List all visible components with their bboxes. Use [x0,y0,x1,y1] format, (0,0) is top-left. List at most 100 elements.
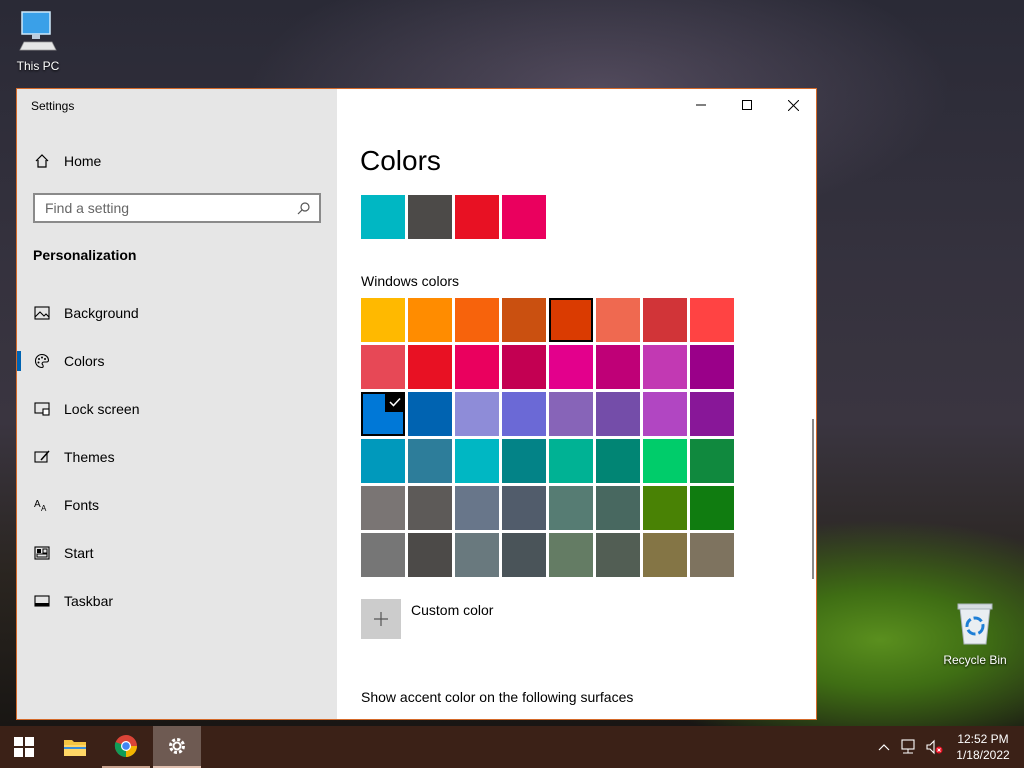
color-swatch[interactable] [643,345,687,389]
color-swatch[interactable] [408,345,452,389]
taskbar: 12:52 PM 1/18/2022 [0,726,1024,768]
color-swatch[interactable] [643,533,687,577]
recent-colors [361,195,546,239]
color-swatch[interactable] [643,439,687,483]
color-swatch[interactable] [549,392,593,436]
file-explorer-button[interactable] [51,726,99,768]
custom-color-button[interactable] [361,599,401,639]
nav-item-themes[interactable]: Themes [17,435,337,479]
nav-item-label: Colors [64,353,105,369]
desktop-icon-label: Recycle Bin [943,653,1007,667]
color-swatch[interactable] [643,298,687,342]
lock-screen-icon [34,401,50,417]
color-swatch[interactable] [549,486,593,530]
color-swatch[interactable] [502,486,546,530]
chrome-button[interactable] [102,726,150,768]
home-icon [34,153,50,169]
color-swatch[interactable] [596,345,640,389]
color-swatch[interactable] [455,486,499,530]
nav-item-background[interactable]: Background [17,291,337,335]
desktop-icon-this-pc[interactable]: This PC [10,10,66,73]
color-swatch[interactable] [361,345,405,389]
color-swatch[interactable] [455,345,499,389]
nav-item-label: Lock screen [64,401,140,417]
color-swatch[interactable] [549,345,593,389]
clock[interactable]: 12:52 PM 1/18/2022 [948,731,1018,763]
section-heading: Personalization [33,247,137,263]
color-swatch[interactable] [690,392,734,436]
color-swatch[interactable] [408,439,452,483]
color-swatch[interactable] [549,533,593,577]
palette-icon [34,353,50,369]
computer-icon [10,10,66,55]
color-swatch[interactable] [455,439,499,483]
color-swatch[interactable] [690,486,734,530]
color-swatch[interactable] [549,439,593,483]
custom-color-label[interactable]: Custom color [411,602,493,618]
windows-logo-icon [14,737,34,757]
color-swatch[interactable] [596,533,640,577]
color-swatch[interactable] [408,486,452,530]
color-swatch[interactable] [408,392,452,436]
color-swatch[interactable] [596,298,640,342]
themes-icon [34,449,50,465]
color-swatch[interactable] [408,298,452,342]
chevron-up-icon[interactable] [878,743,890,751]
scrollbar[interactable] [812,419,814,579]
color-swatch[interactable] [690,298,734,342]
close-button[interactable] [770,89,816,121]
color-swatch[interactable] [361,486,405,530]
recent-color-swatch[interactable] [361,195,405,239]
nav-item-taskbar[interactable]: Taskbar [17,579,337,623]
checkmark-icon [385,392,405,412]
nav-item-colors[interactable]: Colors [17,339,337,383]
nav-item-fonts[interactable]: AA Fonts [17,483,337,527]
color-swatch[interactable] [455,533,499,577]
color-swatch[interactable] [361,392,405,436]
search-icon[interactable] [297,201,311,215]
maximize-button[interactable] [724,89,770,121]
nav-item-lock-screen[interactable]: Lock screen [17,387,337,431]
color-swatch[interactable] [690,533,734,577]
color-swatch[interactable] [690,345,734,389]
recent-color-swatch[interactable] [408,195,452,239]
color-swatch[interactable] [549,298,593,342]
volume-muted-icon[interactable] [926,739,944,755]
color-swatch[interactable] [361,533,405,577]
start-button[interactable] [0,726,48,768]
color-swatch[interactable] [455,298,499,342]
color-swatch[interactable] [596,439,640,483]
color-swatch[interactable] [361,439,405,483]
show-desktop-button[interactable] [1018,726,1024,768]
color-swatch[interactable] [502,392,546,436]
color-swatch[interactable] [502,345,546,389]
recent-color-swatch[interactable] [502,195,546,239]
color-swatch[interactable] [502,439,546,483]
windows-colors-label: Windows colors [361,273,460,289]
color-swatch[interactable] [596,392,640,436]
search-input[interactable]: Find a setting [33,193,321,223]
settings-content-pane: Colors Windows colors Custom color Show … [337,89,816,719]
svg-text:A: A [34,499,41,510]
clock-date: 1/18/2022 [956,748,1010,762]
settings-taskbar-button[interactable] [153,726,201,768]
color-swatch[interactable] [596,486,640,530]
color-swatch[interactable] [455,392,499,436]
recent-color-swatch[interactable] [455,195,499,239]
color-swatch[interactable] [643,486,687,530]
color-swatch[interactable] [502,298,546,342]
desktop-icon-recycle-bin[interactable]: Recycle Bin [940,600,1010,667]
network-icon[interactable] [900,739,918,755]
color-swatch[interactable] [361,298,405,342]
color-swatch[interactable] [643,392,687,436]
page-title: Colors [360,145,441,176]
nav-item-label: Taskbar [64,593,114,609]
color-swatch[interactable] [502,533,546,577]
nav-item-start[interactable]: Start [17,531,337,575]
color-swatch[interactable] [690,439,734,483]
color-swatch[interactable] [408,533,452,577]
recycle-bin-icon [940,600,1010,649]
minimize-button[interactable] [678,89,724,121]
nav-item-home[interactable]: Home [17,139,337,183]
clock-time: 12:52 PM [957,732,1009,746]
